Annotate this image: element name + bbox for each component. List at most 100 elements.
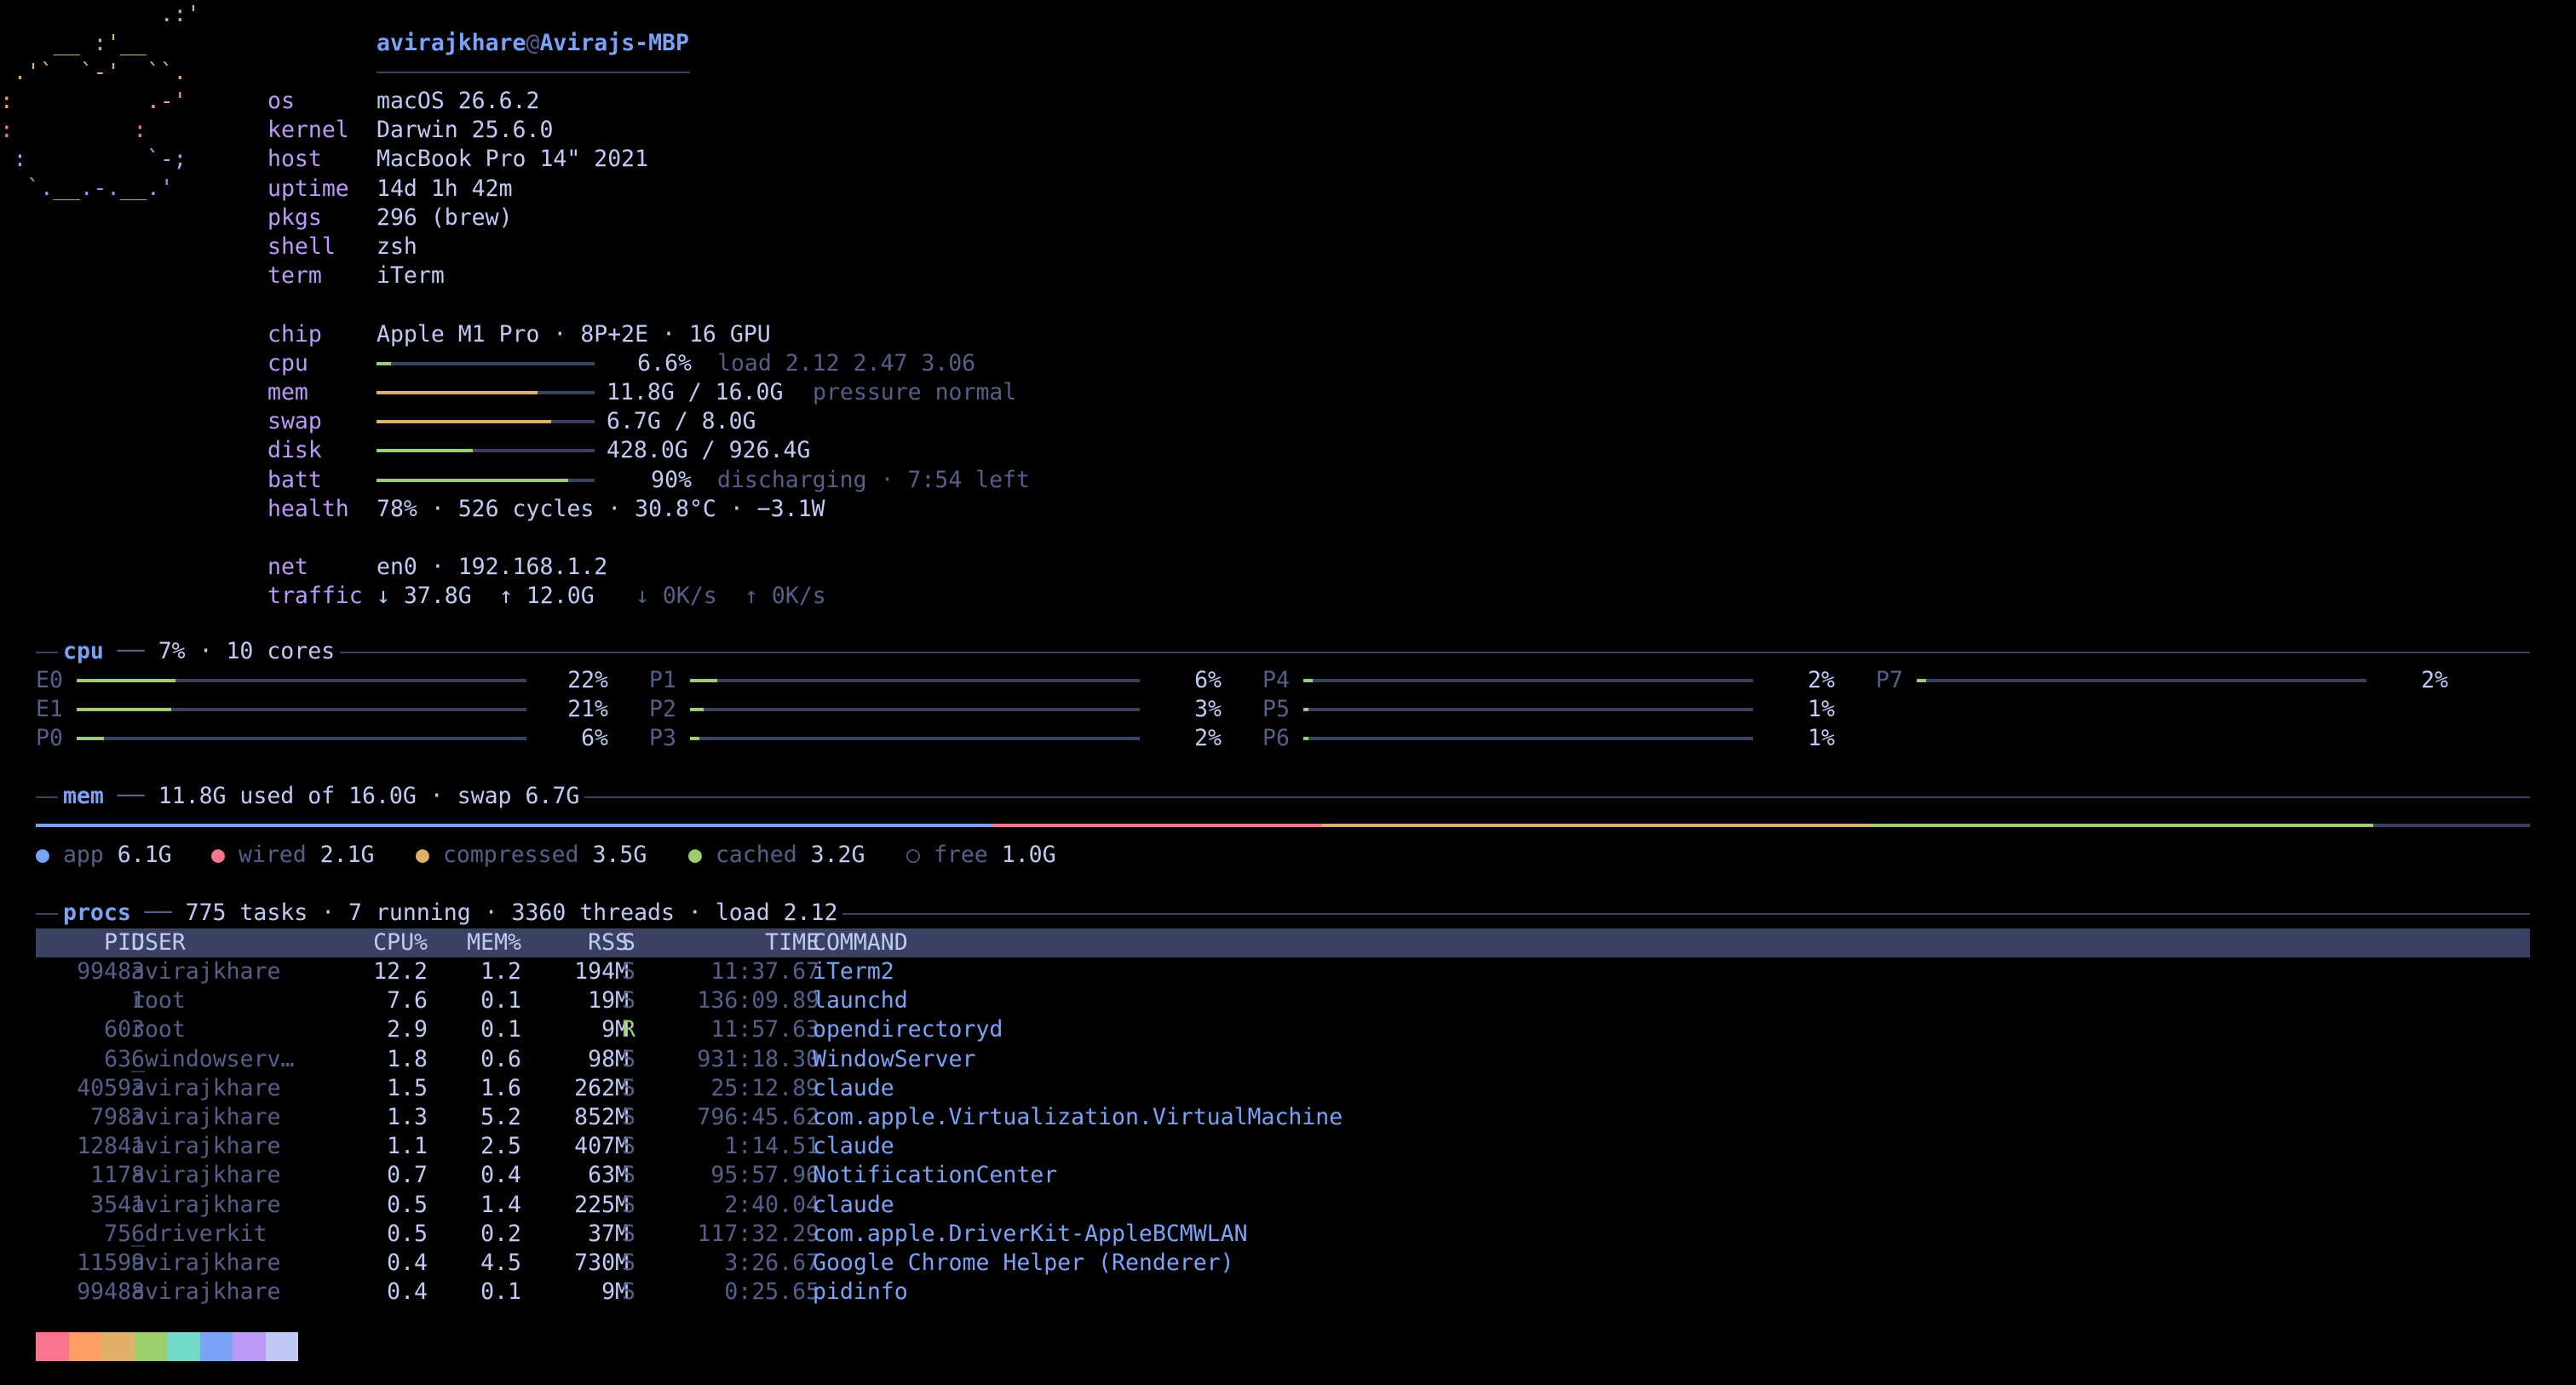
mem-bar-app (36, 824, 993, 827)
core-P4-label: P4 (1262, 667, 1290, 693)
meter-cpu-value: 6.6% (637, 349, 692, 376)
mem-legend-cached-name: cached (715, 842, 797, 868)
cell-rss: 225M (574, 1191, 629, 1218)
table-row[interactable]: 1178 avirajkhare 0.7 0.4 63M S 95:57.96 Notific… (36, 1161, 2530, 1190)
meter-cpu-label: cpu (267, 349, 308, 376)
column-header-state[interactable]: S (622, 928, 647, 957)
procs-table-header: PID USER CPU% MEM% RSS S TIME COMMAND (36, 928, 2530, 957)
core-P6-label: P6 (1262, 725, 1290, 752)
cell-command: pidinfo (813, 1279, 908, 1306)
column-header-rss[interactable]: RSS (521, 928, 629, 957)
cell-time: 95:57.96 (710, 1162, 819, 1189)
procs-section-title: procs (63, 899, 131, 926)
cell-state: R (622, 1016, 635, 1043)
cell-cpu: 0.4 (387, 1250, 428, 1276)
cell-mem: 0.4 (480, 1162, 521, 1189)
table-row[interactable]: 1 root 7.6 0.1 19M S 136:09.89 launchd (36, 986, 2530, 1015)
core-P6-pct: 1% (1808, 725, 1835, 752)
core-E1-label: E1 (36, 696, 63, 723)
cell-mem: 1.2 (480, 958, 521, 985)
mem-legend-wired-marker: ● (211, 842, 225, 868)
meter-mem-bar (377, 391, 595, 394)
cell-user: avirajkhare (131, 1104, 281, 1130)
cell-cpu: 1.3 (387, 1104, 428, 1130)
mem-legend-wired-name: wired (238, 842, 307, 868)
cell-mem: 4.5 (480, 1250, 521, 1276)
core-P0-pct: 6% (581, 725, 608, 752)
column-header-mem[interactable]: MEM% (428, 928, 521, 957)
traffic-down-rate: ↓ 0K/s (635, 583, 717, 610)
cell-pid: 1178 (90, 1162, 145, 1189)
mem-section-summary: 11.8G used of 16.0G · swap 6.7G (158, 783, 580, 809)
cell-pid: 11599 (77, 1250, 145, 1276)
table-row[interactable]: 603 root 2.9 0.1 9M R 11:57.63 opendirectoryd (36, 1015, 2530, 1044)
cell-cpu: 1.5 (387, 1074, 428, 1101)
palette-swatch-5 (199, 1332, 233, 1361)
cell-cpu: 2.9 (387, 1016, 428, 1043)
table-row[interactable]: 99483 avirajkhare 12.2 1.2 194M S 11:37.67 iTer… (36, 957, 2530, 986)
cell-mem: 1.6 (480, 1074, 521, 1101)
cell-user: avirajkhare (131, 1074, 281, 1101)
core-P0-bar (77, 737, 526, 741)
core-P7-label: P7 (1876, 667, 1903, 693)
cell-cpu: 1.1 (387, 1133, 428, 1160)
cell-command: Google Chrome Helper (Renderer) (813, 1250, 1234, 1276)
cell-mem: 0.1 (480, 1279, 521, 1306)
table-row[interactable]: 3541 avirajkhare 0.5 1.4 225M S 2:40.04 claude (36, 1191, 2530, 1220)
column-header-pid[interactable]: PID (36, 928, 145, 957)
column-header-user[interactable]: USER (131, 928, 336, 957)
cell-time: 2:40.04 (724, 1191, 819, 1218)
core-P5-bar (1303, 708, 1753, 712)
palette-swatch-7 (265, 1332, 298, 1361)
cell-user: root (131, 987, 186, 1014)
cell-command: claude (813, 1074, 894, 1101)
username: avirajkhare (377, 30, 526, 56)
core-P4-bar (1303, 679, 1753, 682)
mem-legend-app-value: 6.1G (117, 842, 172, 868)
cell-rss: 852M (574, 1104, 629, 1130)
cell-time: 136:09.89 (697, 987, 819, 1014)
cell-user: avirajkhare (131, 1279, 281, 1306)
table-row[interactable]: 756 _driverkit 0.5 0.2 37M S 117:32.29 com.appl… (36, 1220, 2530, 1249)
info-os-label: os (267, 88, 295, 114)
core-E1-bar (77, 708, 526, 712)
table-row[interactable]: 40593 avirajkhare 1.5 1.6 262M S 25:12.89 claud… (36, 1074, 2530, 1103)
procs-section-dash: ── (130, 899, 186, 926)
core-P3-pct: 2% (1194, 725, 1222, 752)
traffic-label: traffic (267, 583, 363, 610)
header-underline (377, 72, 690, 73)
core-P1-label: P1 (649, 667, 676, 693)
cell-mem: 0.1 (480, 987, 521, 1014)
column-header-cpu[interactable]: CPU% (336, 928, 428, 957)
procs-section-heading: procs ── 775 tasks · 7 running · 3360 th… (58, 899, 843, 928)
mem-legend-compressed: ● compressed 3.5G (416, 841, 647, 870)
column-header-time[interactable]: TIME (649, 928, 819, 957)
cpu-section-rule (36, 652, 2530, 653)
meter-disk-value: 428.0G / 926.4G (607, 437, 811, 464)
table-row[interactable]: 11599 avirajkhare 0.4 4.5 730M S 3:26.67 Google… (36, 1249, 2530, 1278)
cell-rss: 730M (574, 1250, 629, 1276)
table-row[interactable]: 636 _windowserv… 1.8 0.6 98M S 931:18.30 Window… (36, 1045, 2530, 1074)
core-P3-fill (690, 737, 699, 741)
mem-legend-app: ● app 6.1G (36, 841, 172, 870)
cell-command: claude (813, 1133, 894, 1160)
cell-pid: 99483 (77, 958, 145, 985)
cell-time: 11:57.63 (710, 1016, 819, 1043)
core-P2-label: P2 (649, 696, 676, 723)
cell-rss: 407M (574, 1133, 629, 1160)
cell-command: launchd (813, 987, 908, 1014)
cell-pid: 40593 (77, 1074, 145, 1101)
info-uptime-value: 14d 1h 42m (377, 175, 513, 202)
column-header-command[interactable]: COMMAND (813, 928, 1835, 957)
core-P0-label: P0 (36, 725, 63, 752)
cell-command: claude (813, 1191, 894, 1218)
meter-batt-value: 90% (651, 466, 692, 493)
cell-state: S (622, 1074, 635, 1101)
table-row[interactable]: 99488 avirajkhare 0.4 0.1 9M S 0:25.65 pidinfo (36, 1278, 2530, 1307)
table-row[interactable]: 7983 avirajkhare 1.3 5.2 852M S 796:45.62 com.a… (36, 1103, 2530, 1132)
cell-rss: 63M (588, 1162, 629, 1189)
mem-legend-free: ○ free 1.0G (906, 841, 1056, 870)
hostname: Avirajs-MBP (539, 30, 689, 56)
table-row[interactable]: 12841 avirajkhare 1.1 2.5 407M S 1:14.51 claude (36, 1132, 2530, 1161)
cell-command: WindowServer (813, 1045, 976, 1072)
